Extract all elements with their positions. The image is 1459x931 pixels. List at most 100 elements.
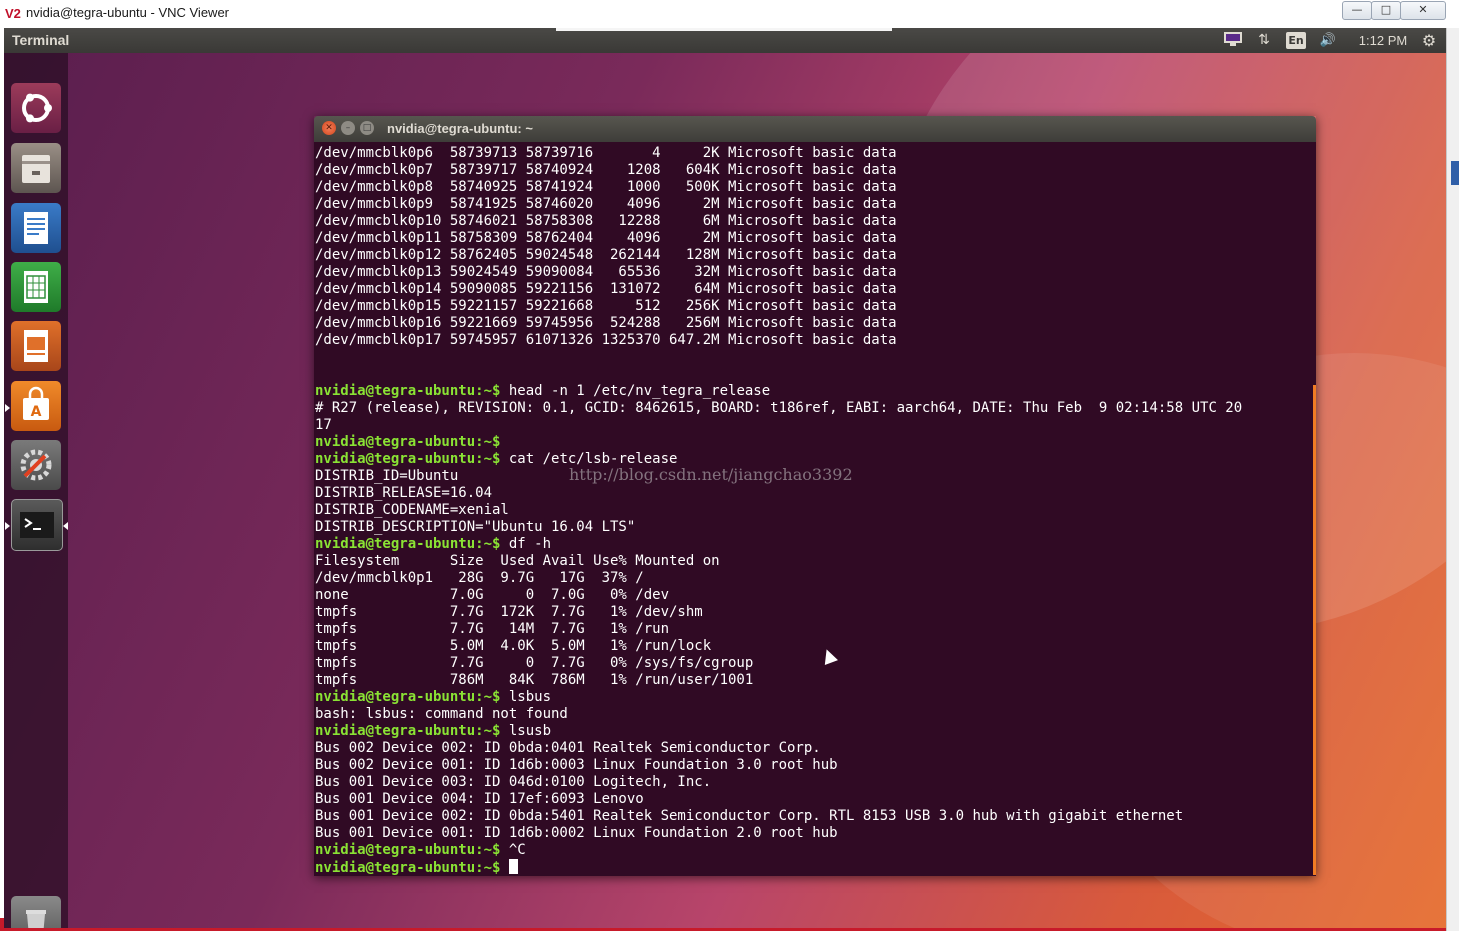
display-icon[interactable] — [1222, 31, 1244, 50]
terminal-scroll-indicator[interactable] — [1313, 385, 1316, 875]
vnc-window-title: nvidia@tegra-ubuntu - VNC Viewer — [26, 5, 229, 20]
terminal-line: /dev/mmcblk0p7 58739717 58740924 1208 60… — [315, 162, 1242, 179]
terminal-title: nvidia@tegra-ubuntu: ~ — [387, 121, 533, 136]
launcher-ubuntu-software[interactable]: A — [11, 381, 61, 431]
terminal-line: /dev/mmcblk0p10 58746021 58758308 12288 … — [315, 213, 1242, 230]
output-text: /dev/mmcblk0p11 58758309 58762404 4096 2… — [315, 230, 897, 246]
output-text: /dev/mmcblk0p7 58739717 58740924 1208 60… — [315, 162, 897, 178]
output-text: tmpfs 7.7G 0 7.7G 0% /sys/fs/cgroup — [315, 655, 754, 671]
output-text: /dev/mmcblk0p16 59221669 59745956 524288… — [315, 315, 897, 331]
network-icon[interactable]: ⇅ — [1254, 31, 1274, 50]
terminal-line: nvidia@tegra-ubuntu:~$ lsusb — [315, 723, 1242, 740]
terminal-line: /dev/mmcblk0p17 59745957 61071326 132537… — [315, 332, 1242, 349]
output-text: /dev/mmcblk0p14 59090085 59221156 131072… — [315, 281, 897, 297]
output-text: Bus 001 Device 003: ID 046d:0100 Logitec… — [315, 774, 712, 790]
vnc-titlebar[interactable]: V2 nvidia@tegra-ubuntu - VNC Viewer — □ … — [0, 0, 1459, 28]
terminal-line: /dev/mmcblk0p13 59024549 59090084 65536 … — [315, 264, 1242, 281]
top-panel: Terminal ⇅ En 🔊 1:12 PM ⚙ — [4, 28, 1446, 53]
terminal-line: /dev/mmcblk0p8 58740925 58741924 1000 50… — [315, 179, 1242, 196]
shell-prompt: nvidia@tegra-ubuntu:~$ — [315, 842, 501, 858]
launcher-dash[interactable] — [11, 83, 61, 133]
terminal-line: Bus 002 Device 001: ID 1d6b:0003 Linux F… — [315, 757, 1242, 774]
vnc-logo-icon: V2 — [5, 6, 21, 21]
terminal-line: /dev/mmcblk0p12 58762405 59024548 262144… — [315, 247, 1242, 264]
terminal-line: nvidia@tegra-ubuntu:~$ df -h — [315, 536, 1242, 553]
launcher-libreoffice-writer[interactable] — [11, 203, 61, 253]
output-text: /dev/mmcblk0p13 59024549 59090084 65536 … — [315, 264, 897, 280]
maximize-button[interactable]: □ — [1371, 1, 1401, 20]
terminal-line: /dev/mmcblk0p16 59221669 59745956 524288… — [315, 315, 1242, 332]
shopping-bag-icon: A — [11, 381, 61, 431]
output-text: DISTRIB_RELEASE=16.04 — [315, 485, 493, 501]
terminal-line: DISTRIB_DESCRIPTION="Ubuntu 16.04 LTS" — [315, 519, 1242, 536]
output-text: tmpfs 7.7G 14M 7.7G 1% /run — [315, 621, 670, 637]
output-text: /dev/mmcblk0p10 58746021 58758308 12288 … — [315, 213, 897, 229]
output-text: /dev/mmcblk0p15 59221157 59221668 512 25… — [315, 298, 897, 314]
remote-screen[interactable]: Terminal ⇅ En 🔊 1:12 PM ⚙ A ✕ – □ nvidia… — [4, 28, 1446, 928]
command-text — [500, 860, 508, 876]
terminal-window[interactable]: ✕ – □ nvidia@tegra-ubuntu: ~ /dev/mmcblk… — [314, 116, 1316, 876]
terminal-line: /dev/mmcblk0p15 59221157 59221668 512 25… — [315, 298, 1242, 315]
terminal-line: Bus 001 Device 004: ID 17ef:6093 Lenovo — [315, 791, 1242, 808]
window-close-button[interactable]: ✕ — [322, 121, 336, 135]
terminal-line: none 7.0G 0 7.0G 0% /dev — [315, 587, 1242, 604]
output-text: /dev/mmcblk0p6 58739713 58739716 4 2K Mi… — [315, 145, 897, 161]
terminal-line: nvidia@tegra-ubuntu:~$ lsbus — [315, 689, 1242, 706]
terminal-output[interactable]: /dev/mmcblk0p6 58739713 58739716 4 2K Mi… — [314, 142, 1316, 876]
gear-icon[interactable]: ⚙ — [1419, 31, 1439, 50]
terminal-line: DISTRIB_CODENAME=xenial — [315, 502, 1242, 519]
output-text: Bus 001 Device 004: ID 17ef:6093 Lenovo — [315, 791, 644, 807]
terminal-line: /dev/mmcblk0p6 58739713 58739716 4 2K Mi… — [315, 145, 1242, 162]
output-text: tmpfs 7.7G 172K 7.7G 1% /dev/shm — [315, 604, 703, 620]
output-text: tmpfs 5.0M 4.0K 5.0M 1% /run/lock — [315, 638, 712, 654]
terminal-line: /dev/mmcblk0p14 59090085 59221156 131072… — [315, 281, 1242, 298]
terminal-line: Bus 001 Device 001: ID 1d6b:0002 Linux F… — [315, 825, 1242, 842]
launcher-trash[interactable] — [11, 896, 61, 928]
launcher-terminal[interactable] — [11, 499, 63, 551]
keyboard-language-indicator[interactable]: En — [1286, 32, 1306, 49]
launcher-running-pip — [5, 404, 10, 412]
terminal-line: Bus 001 Device 003: ID 046d:0100 Logitec… — [315, 774, 1242, 791]
launcher-libreoffice-calc[interactable] — [11, 262, 61, 312]
command-text: lsbus — [500, 689, 552, 705]
terminal-line: Bus 002 Device 002: ID 0bda:0401 Realtek… — [315, 740, 1242, 757]
launcher-files[interactable] — [11, 143, 61, 193]
output-text: bash: lsbus: command not found — [315, 706, 568, 722]
terminal-titlebar[interactable]: ✕ – □ nvidia@tegra-ubuntu: ~ — [314, 116, 1316, 142]
panel-highlight — [556, 28, 892, 31]
output-text: tmpfs 786M 84K 786M 1% /run/user/1001 — [315, 672, 754, 688]
output-text: /dev/mmcblk0p8 58740925 58741924 1000 50… — [315, 179, 897, 195]
launcher-running-pip — [5, 522, 10, 530]
terminal-line: Filesystem Size Used Avail Use% Mounted … — [315, 553, 1242, 570]
volume-icon[interactable]: 🔊 — [1316, 31, 1340, 50]
window-maximize-button[interactable]: □ — [360, 121, 374, 135]
output-text: Bus 001 Device 002: ID 0bda:5401 Realtek… — [315, 808, 1184, 824]
terminal-line: 17 — [315, 417, 1242, 434]
terminal-line: nvidia@tegra-ubuntu:~$ — [315, 434, 1242, 451]
svg-text:A: A — [31, 404, 42, 420]
output-text: Bus 002 Device 001: ID 1d6b:0003 Linux F… — [315, 757, 838, 773]
clock[interactable]: 1:12 PM — [1352, 31, 1414, 50]
output-text: Bus 002 Device 002: ID 0bda:0401 Realtek… — [315, 740, 821, 756]
window-minimize-button[interactable]: – — [341, 121, 355, 135]
terminal-line: tmpfs 5.0M 4.0K 5.0M 1% /run/lock — [315, 638, 1242, 655]
host-right-edge — [1446, 28, 1459, 931]
terminal-line: /dev/mmcblk0p11 58758309 58762404 4096 2… — [315, 230, 1242, 247]
shell-prompt: nvidia@tegra-ubuntu:~$ — [315, 451, 501, 467]
close-button[interactable]: ✕ — [1400, 1, 1446, 20]
terminal-line: tmpfs 7.7G 14M 7.7G 1% /run — [315, 621, 1242, 638]
shell-prompt: nvidia@tegra-ubuntu:~$ — [315, 860, 501, 876]
launcher-system-settings[interactable] — [11, 440, 61, 490]
output-text: /dev/mmcblk0p9 58741925 58746020 4096 2M… — [315, 196, 897, 212]
shell-prompt: nvidia@tegra-ubuntu:~$ — [315, 723, 501, 739]
terminal-line: DISTRIB_RELEASE=16.04 — [315, 485, 1242, 502]
minimize-button[interactable]: — — [1342, 1, 1372, 20]
shell-prompt: nvidia@tegra-ubuntu:~$ — [315, 383, 501, 399]
active-app-name: Terminal — [12, 32, 70, 48]
command-text: head -n 1 /etc/nv_tegra_release — [500, 383, 771, 399]
output-text: /dev/mmcblk0p17 59745957 61071326 132537… — [315, 332, 897, 348]
launcher-libreoffice-impress[interactable] — [11, 321, 61, 371]
terminal-line: /dev/mmcblk0p9 58741925 58746020 4096 2M… — [315, 196, 1242, 213]
output-text: 17 — [315, 417, 332, 433]
